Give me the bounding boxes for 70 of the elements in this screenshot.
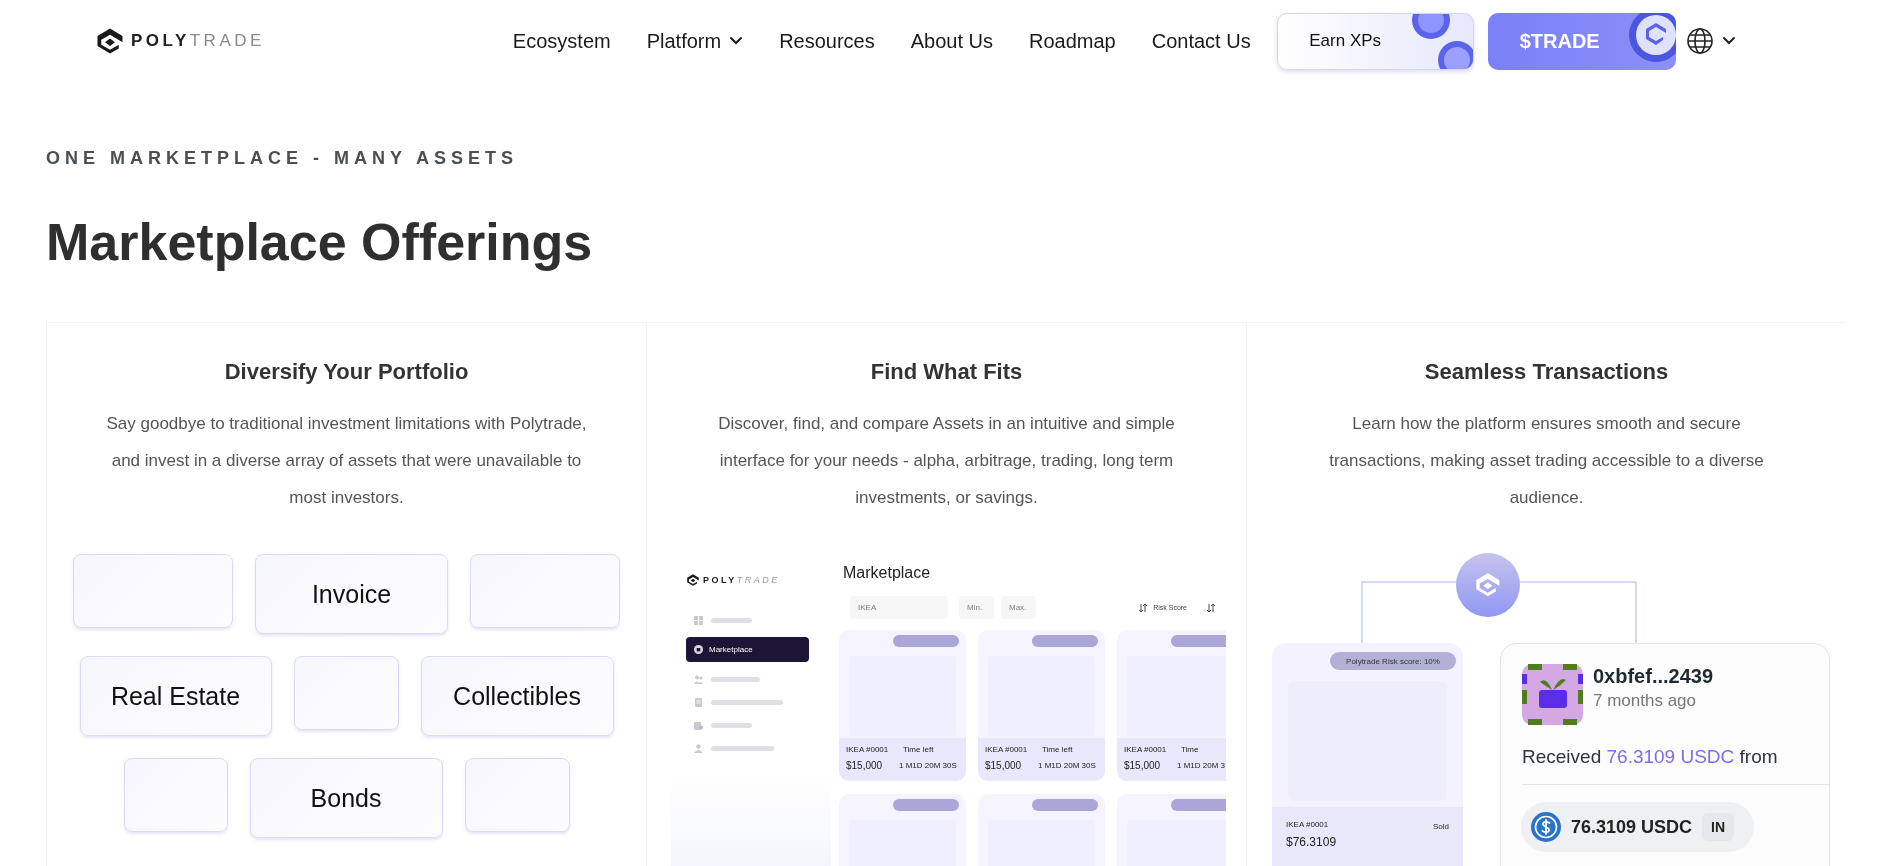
tag-pill xyxy=(1171,635,1226,647)
sidebar-item[interactable]: Marketplace xyxy=(686,637,809,662)
asset-price: $15,000 xyxy=(1124,760,1161,771)
asset-name: IKEA #0001 xyxy=(985,745,1028,754)
asset-status: Sold xyxy=(1433,822,1449,831)
asset-name: IKEA #0001 xyxy=(846,745,889,754)
card-description: Say goodbye to traditional investment limitations with Polytrade, and invest in a diverse array of assets that were unavailable to most investors. xyxy=(105,413,588,509)
card-description: Learn how the platform ensures smooth and secure transactions, making asset trading accessible to a diverse audience. xyxy=(1328,413,1765,509)
tag-pill xyxy=(1032,635,1098,647)
tag-pill xyxy=(1032,799,1098,811)
asset-name: IKEA #0001 xyxy=(1286,820,1329,829)
nav-link[interactable]: About Us xyxy=(910,29,993,53)
asset-tile: Invoice xyxy=(255,554,448,634)
asset-price: $15,000 xyxy=(985,760,1022,771)
logo-text: POLY TRADE xyxy=(703,575,780,585)
users-icon xyxy=(694,674,703,684)
asset-price: $15,000 xyxy=(846,760,883,771)
asset-tile: Real Estate xyxy=(79,656,272,736)
earn-xp-button[interactable]: Earn XPs xyxy=(1276,12,1474,70)
sort-button[interactable] xyxy=(1206,602,1216,613)
asset-price: $76.3109 xyxy=(1286,835,1337,849)
card-heading: Seamless Transactions xyxy=(1423,358,1670,386)
time-left: 1 M1D 20M 30S xyxy=(899,761,957,770)
sort-icon xyxy=(1206,602,1216,613)
asset-tile: Collectibles xyxy=(420,656,614,736)
card-description: Discover, find, and compare Assets in an intuitive and simple interface for your needs - alpha, arbitrage, trading, long term investments, or savings. xyxy=(717,413,1176,509)
risk-pill: Polytrade Risk score: 10% xyxy=(1330,652,1456,670)
folder-icon xyxy=(694,720,703,730)
time-label: Time xyxy=(1181,745,1199,754)
search-field[interactable]: IKEA xyxy=(850,596,948,619)
time-left: 1 M1D 20M 30S xyxy=(1038,761,1096,770)
mockup-title: Marketplace xyxy=(843,563,932,583)
card-heading: Diversify Your Portfolio xyxy=(223,358,470,386)
document-icon xyxy=(694,697,703,707)
activity-time: 7 months ago xyxy=(1593,691,1696,711)
time-label: Time left xyxy=(903,745,934,754)
language-button[interactable] xyxy=(1685,27,1736,55)
min-field[interactable]: Min. xyxy=(959,596,994,619)
wallet-address: 0xbfef...2439 xyxy=(1593,665,1714,688)
user-icon xyxy=(694,743,703,753)
asset-tile: Bonds xyxy=(249,758,443,838)
tag-pill xyxy=(893,635,959,647)
logo-icon xyxy=(686,573,700,587)
tag-pill xyxy=(893,799,959,811)
dollar-coin-icon xyxy=(1531,812,1561,842)
asset-name: IKEA #0001 xyxy=(1124,745,1167,754)
nav-link[interactable]: Roadmap xyxy=(1029,29,1116,53)
nav-link[interactable]: Contact Us xyxy=(1151,29,1251,53)
nav-link[interactable]: Resources xyxy=(779,29,875,53)
home-icon xyxy=(694,645,703,654)
globe-icon xyxy=(1685,27,1714,55)
nav-link[interactable]: Platform xyxy=(646,29,744,53)
logo-text: POLY TRADE xyxy=(131,31,265,51)
token-amount: 76.3109 USDC xyxy=(1571,816,1693,838)
card-heading: Find What Fits xyxy=(869,358,1024,386)
grid-icon xyxy=(694,615,703,625)
avatar-icon xyxy=(1522,664,1583,725)
max-field[interactable]: Max. xyxy=(1001,596,1036,619)
logo-icon xyxy=(1456,553,1520,617)
tag-pill xyxy=(1171,799,1226,811)
nav-link[interactable]: Ecosystem xyxy=(512,29,611,53)
direction-badge: IN xyxy=(1702,813,1735,841)
section-eyebrow: ONE MARKETPLACE - MANY ASSETS xyxy=(46,147,520,169)
time-label: Time left xyxy=(1042,745,1073,754)
coin-icon xyxy=(1627,12,1676,63)
activity-text: Received 76.3109 USDC from xyxy=(1522,746,1778,768)
logo-icon xyxy=(95,26,125,56)
time-left: 1 M1D 20M 3 xyxy=(1177,761,1226,770)
section-title: Marketplace Offerings xyxy=(46,212,594,273)
sort-icon xyxy=(1138,602,1149,613)
